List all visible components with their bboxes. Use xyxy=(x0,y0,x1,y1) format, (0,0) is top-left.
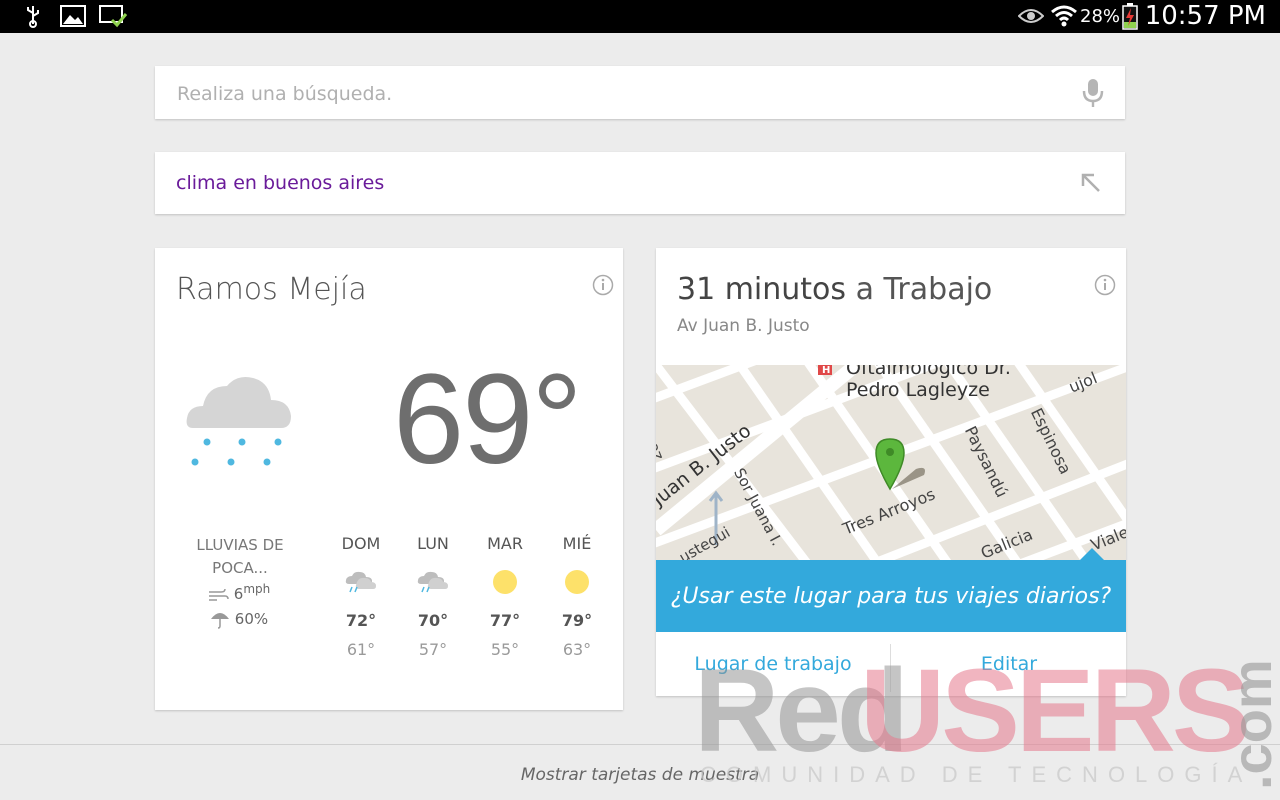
edit-button[interactable]: Editar xyxy=(892,632,1126,696)
commute-route: Av Juan B. Justo xyxy=(677,316,810,336)
commute-destination: a Trabajo xyxy=(855,272,993,307)
battery-charging-icon xyxy=(1122,3,1138,30)
commute-prompt: ¿Usar este lugar para tus viajes diarios… xyxy=(656,548,1126,632)
wifi-icon xyxy=(1051,5,1077,27)
wind-icon xyxy=(209,588,229,601)
weather-temperature: 69° xyxy=(393,348,583,491)
show-sample-cards-link[interactable]: Mostrar tarjetas de muestra xyxy=(0,765,1280,785)
info-icon[interactable] xyxy=(592,274,614,296)
rain-cloud-icon xyxy=(186,377,291,466)
weather-card[interactable]: Ramos Mejía 69° LLUVIAS DE POCA... 6mph … xyxy=(155,248,623,710)
commute-prompt-text: ¿Usar este lugar para tus viajes diarios… xyxy=(670,583,1112,609)
wind-info: 6mph xyxy=(207,582,270,603)
rain-cloud-icon xyxy=(345,571,376,593)
forecast-high: 77° xyxy=(489,611,521,630)
rain-info: 60% xyxy=(210,610,268,629)
clock: 10:57 PM xyxy=(1144,1,1266,31)
rain-chance: 60% xyxy=(234,610,269,628)
forecast-day-label: MIÉ xyxy=(562,534,592,553)
forecast-low: 61° xyxy=(346,640,376,659)
prompt-notch xyxy=(1080,548,1104,560)
forecast-high: 72° xyxy=(345,611,377,630)
commute-card[interactable]: 31 minutos a Trabajo Av Juan B. Justo H … xyxy=(656,248,1126,696)
map[interactable]: H Oftalmológico Dr. Pedro Lagleyze Álvar… xyxy=(656,365,1126,560)
recent-query-card[interactable]: clima en buenos aires xyxy=(155,152,1125,214)
rain-cloud-icon xyxy=(417,571,448,593)
forecast-day-label: LUN xyxy=(417,534,449,553)
forecast-low: 57° xyxy=(418,640,448,659)
forecast-day-label: MAR xyxy=(487,534,523,553)
forecast-day: MAR 77° 55° xyxy=(475,534,535,664)
forecast-high: 70° xyxy=(417,611,449,630)
forecast-day-label: DOM xyxy=(341,534,381,553)
forecast-day: MIÉ 79° 63° xyxy=(547,534,607,664)
forecast-low: 63° xyxy=(562,640,592,659)
screen-check-icon xyxy=(99,5,128,28)
svg-text:H: H xyxy=(822,365,830,376)
status-bar: 28% 10:57 PM xyxy=(0,0,1280,33)
action-divider xyxy=(890,644,891,692)
forecast-low: 55° xyxy=(490,640,520,659)
info-icon[interactable] xyxy=(1094,274,1116,296)
search-box[interactable] xyxy=(155,66,1125,119)
map-label-poi: Pedro Lagleyze xyxy=(846,379,990,401)
commute-title: 31 minutos a Trabajo xyxy=(677,272,992,307)
forecast-day: DOM 72° 61° xyxy=(331,534,391,664)
map-label-poi: Oftalmológico Dr. xyxy=(846,365,1011,379)
wind-value: 6 xyxy=(233,585,244,603)
map-pin-icon[interactable] xyxy=(872,435,942,495)
microphone-icon[interactable] xyxy=(1081,78,1105,108)
recent-query-text[interactable]: clima en buenos aires xyxy=(176,172,384,194)
battery-percent: 28% xyxy=(1080,6,1121,27)
usb-icon xyxy=(27,6,39,28)
umbrella-icon xyxy=(211,612,229,629)
eye-icon xyxy=(1018,9,1044,23)
gallery-icon xyxy=(60,5,86,27)
bottom-divider xyxy=(0,744,1280,745)
weather-city: Ramos Mejía xyxy=(176,272,367,307)
weather-condition: LLUVIAS DE POCA... xyxy=(196,536,284,577)
forecast-high: 79° xyxy=(561,611,593,630)
sun-icon xyxy=(565,570,589,594)
commute-minutes: 31 minutos xyxy=(677,272,847,307)
work-place-button[interactable]: Lugar de trabajo xyxy=(656,632,890,696)
search-input[interactable] xyxy=(175,80,1059,108)
wind-unit: mph xyxy=(243,582,271,596)
forecast-day: LUN 70° 57° xyxy=(403,534,463,664)
sun-icon xyxy=(493,570,517,594)
arrow-up-left-icon[interactable] xyxy=(1079,171,1103,195)
